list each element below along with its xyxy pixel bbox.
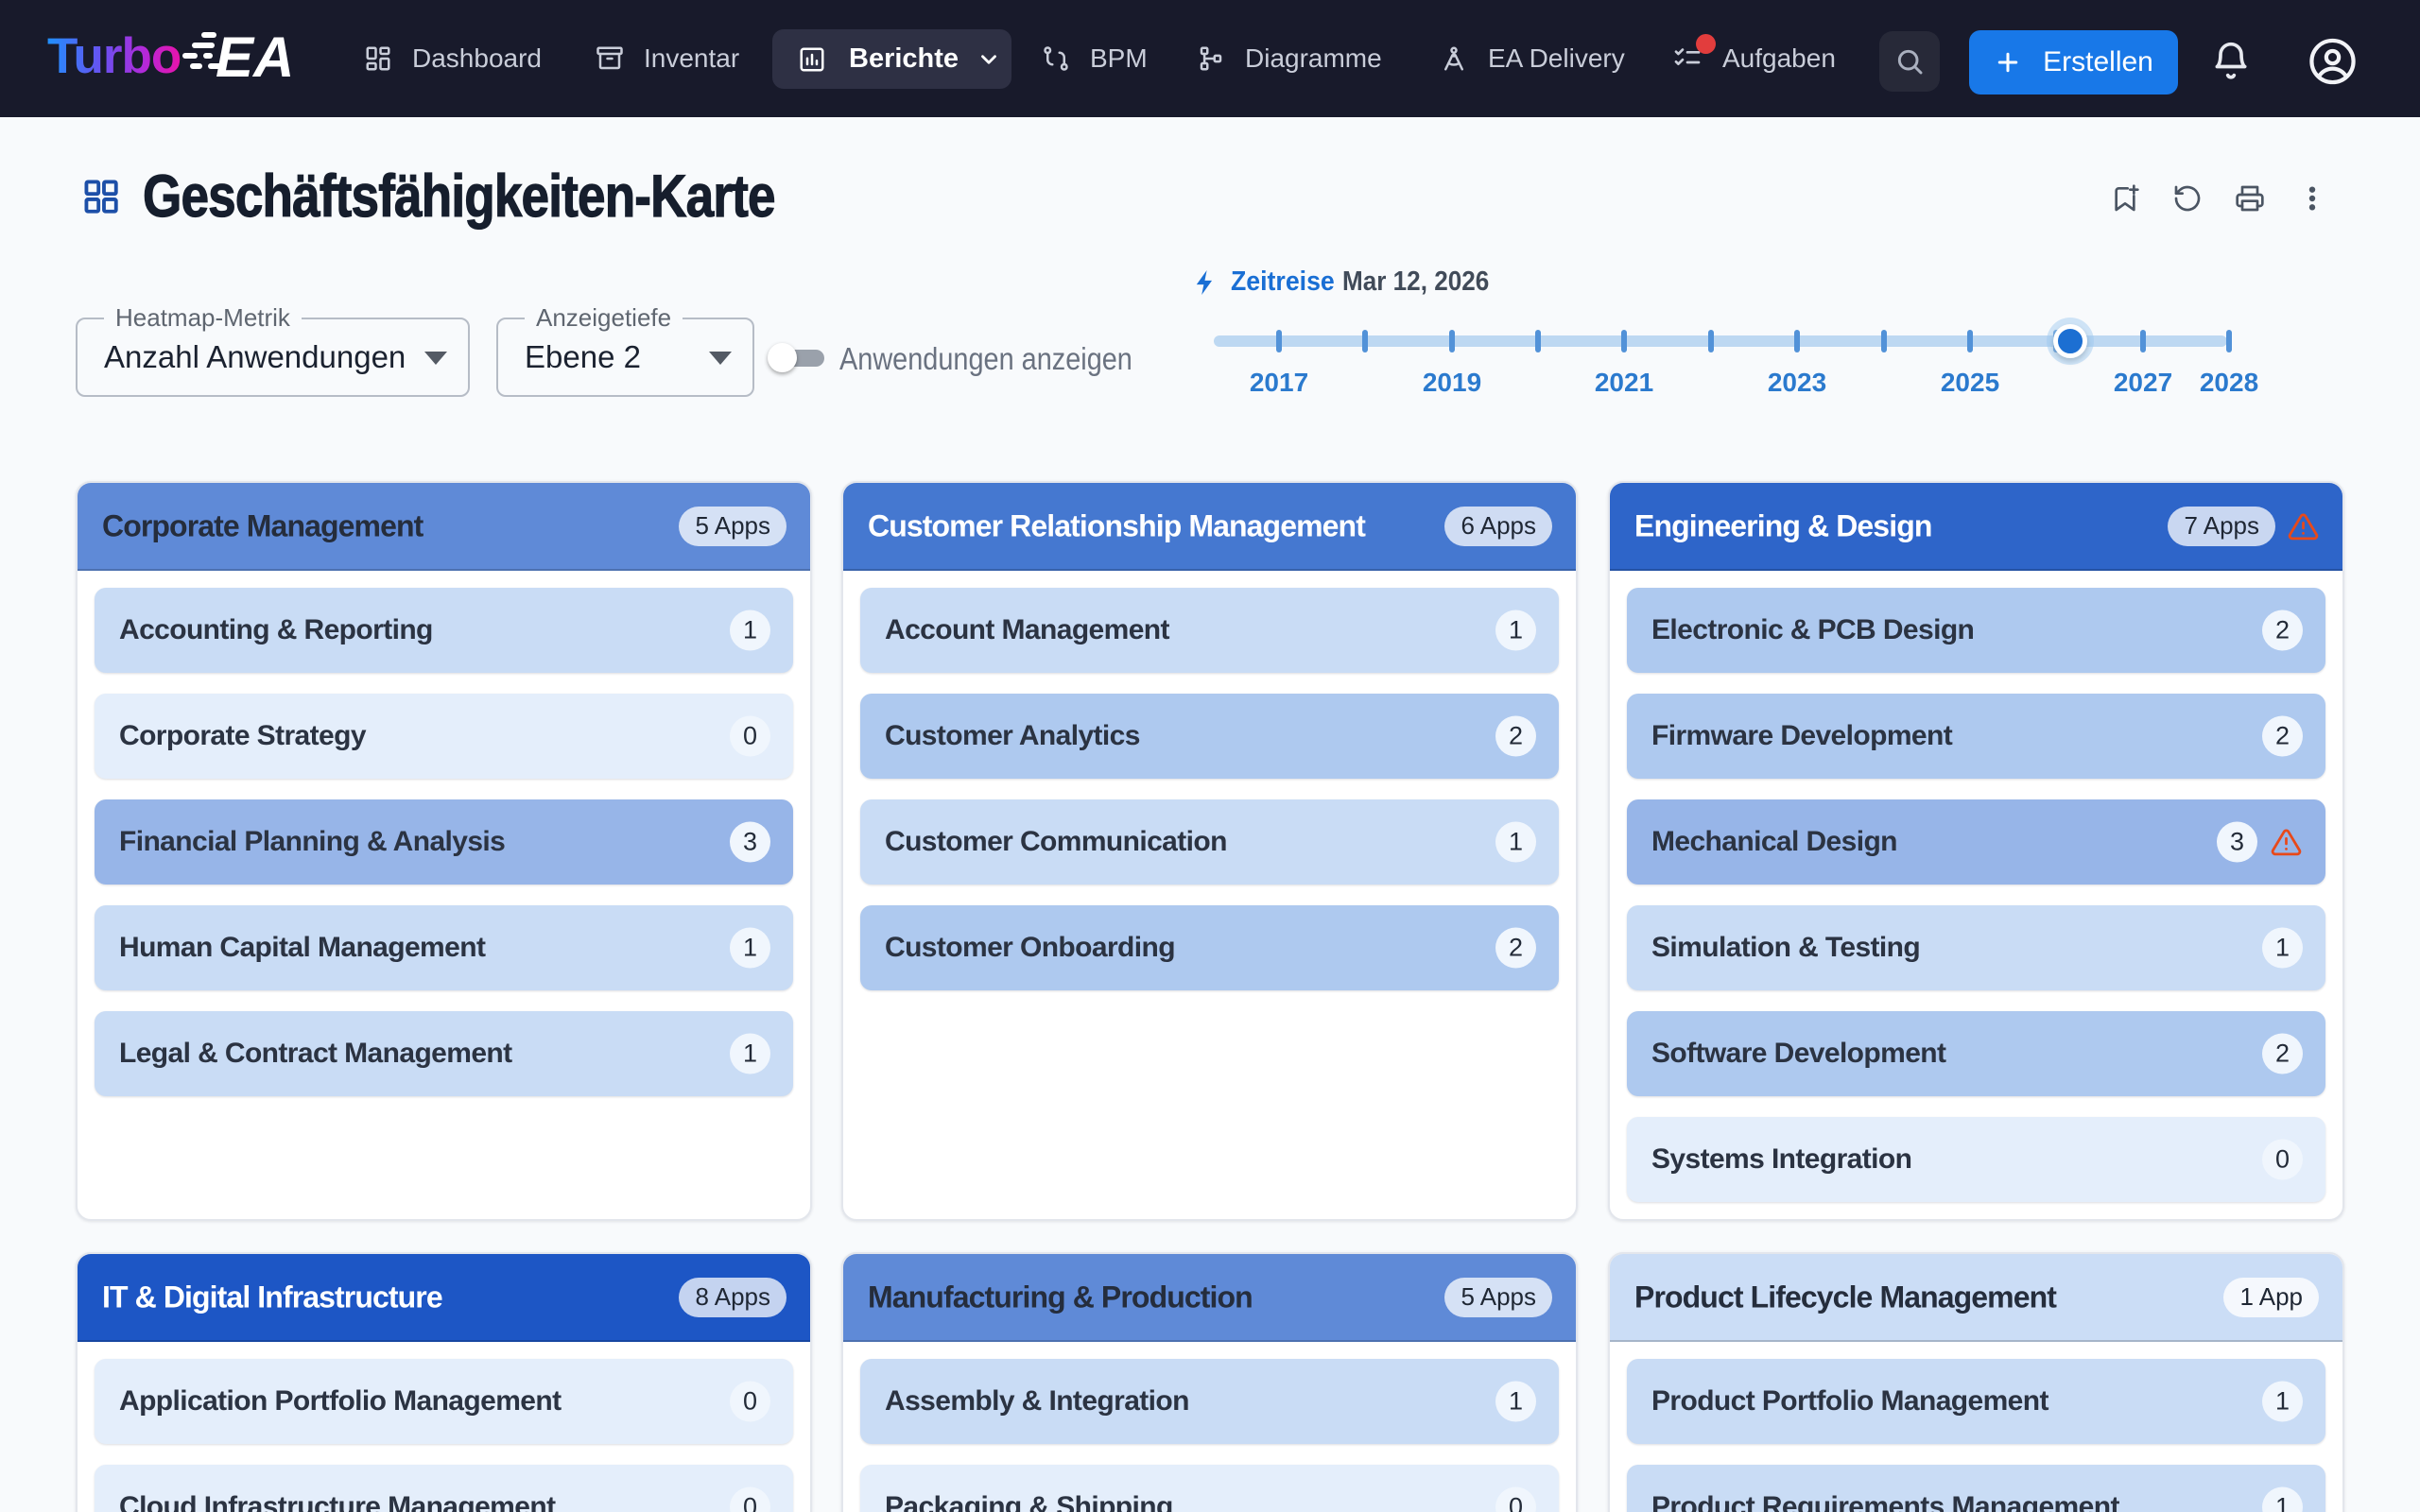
svg-text:Turbo: Turbo [47, 28, 181, 84]
svg-text:EA: EA [216, 26, 294, 89]
